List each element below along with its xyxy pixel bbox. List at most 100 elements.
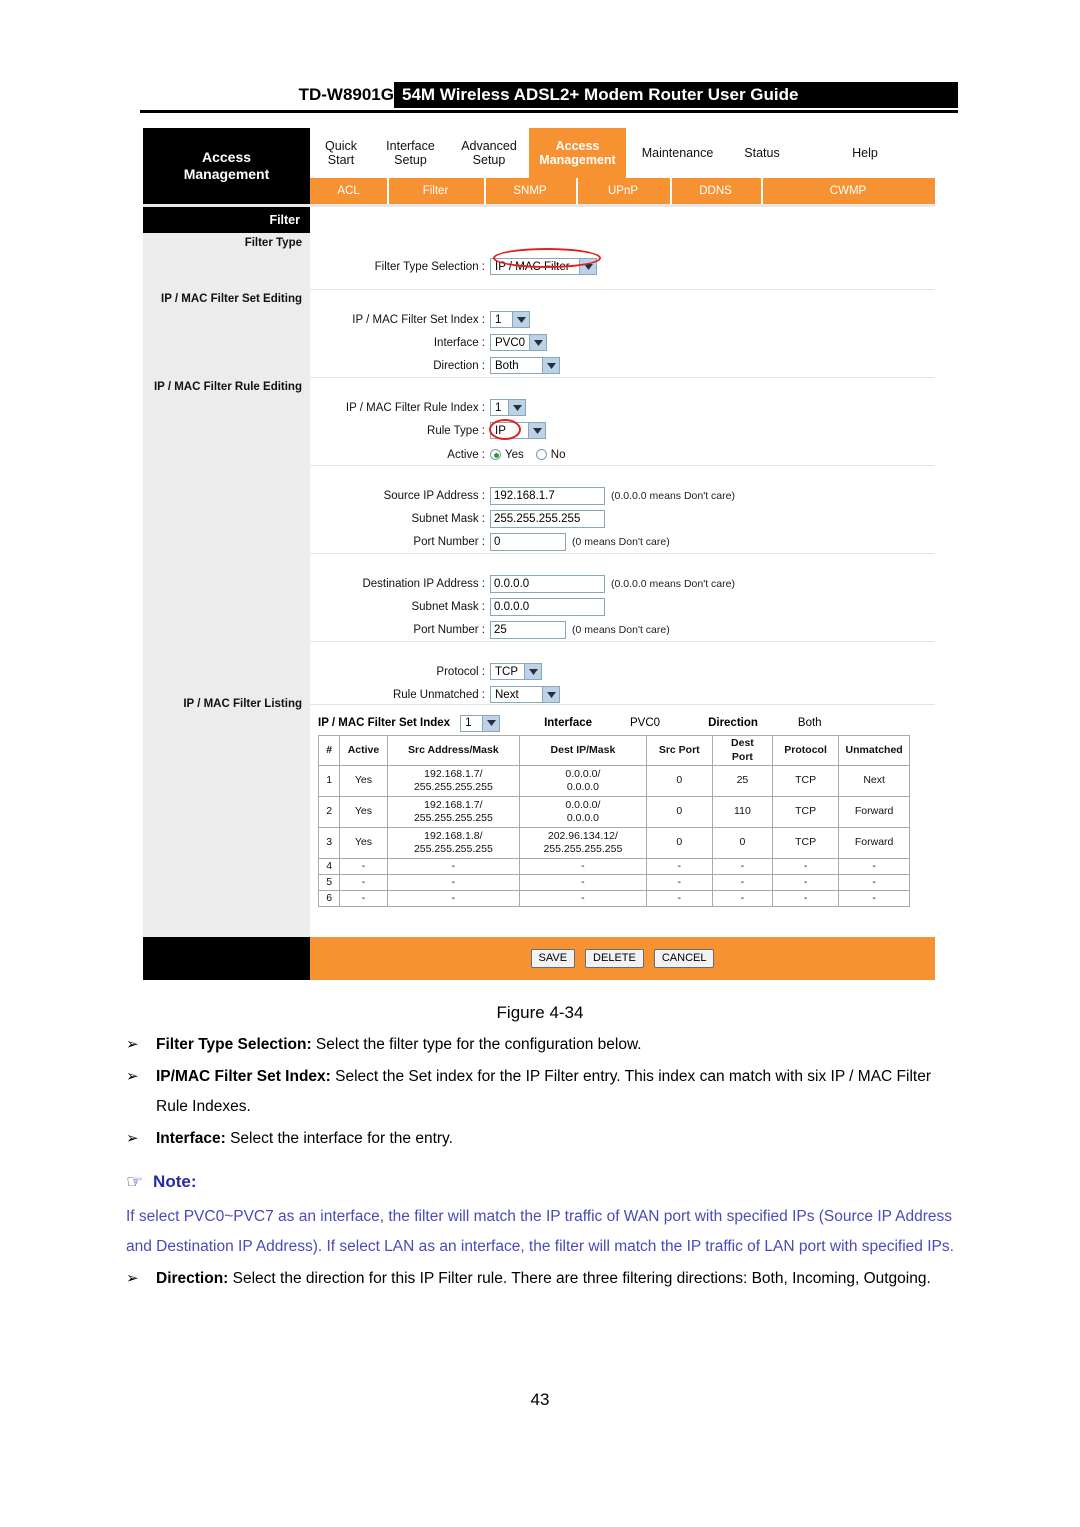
- source-ip-input[interactable]: 192.168.1.7: [490, 486, 605, 505]
- chevron-down-icon: [528, 423, 545, 438]
- cell-src: 192.168.1.7/ 255.255.255.255: [386, 796, 521, 828]
- active-label: Active :: [447, 448, 485, 461]
- cell-active: -: [339, 857, 388, 876]
- bullet-term: Filter Type Selection:: [156, 1036, 312, 1053]
- bullet-filter-set-index: ➢ IP/MAC Filter Set Index: Select the Se…: [126, 1062, 956, 1122]
- section-destination: Destination IP Address : 0.0.0.0 (0.0.0.…: [310, 553, 935, 641]
- cell-active: -: [339, 890, 388, 908]
- chevron-down-icon: [482, 715, 500, 731]
- cell-srcport: -: [645, 874, 713, 892]
- subtab-filter[interactable]: Filter: [387, 178, 484, 204]
- active-yes-radio[interactable]: Yes: [490, 449, 524, 461]
- table-row[interactable]: 3 Yes 192.168.1.8/ 255.255.255.255 202.9…: [317, 827, 910, 859]
- document-running-header: TD-W8901G 54M Wireless ADSL2+ Modem Rout…: [140, 82, 958, 113]
- cell-active: Yes: [339, 796, 388, 828]
- rule-type-value: IP: [495, 424, 506, 437]
- rule-type-label: Rule Type :: [427, 424, 485, 437]
- cell-protocol: -: [771, 890, 840, 908]
- source-port-label: Port Number :: [413, 535, 485, 548]
- chevron-down-icon: [529, 335, 546, 350]
- cancel-button[interactable]: CANCEL: [653, 948, 715, 969]
- panel-title: Filter: [143, 207, 310, 233]
- brand-panel: Access Management: [143, 128, 310, 204]
- guide-title-bar: 54M Wireless ADSL2+ Modem Router User Gu…: [394, 82, 958, 108]
- main-tab-row: Quick Start Interface Setup Advanced Set…: [310, 128, 935, 178]
- cell-num: 2: [317, 796, 341, 828]
- cell-src: 192.168.1.7/ 255.255.255.255: [386, 765, 521, 797]
- listing-header-row: IP / MAC Filter Set Index 1 Interface PV…: [310, 711, 935, 735]
- table-row[interactable]: 1 Yes 192.168.1.7/ 255.255.255.255 0.0.0…: [317, 765, 910, 797]
- table-row[interactable]: 4 - - - - - - -: [317, 857, 910, 876]
- bullet-term: IP/MAC Filter Set Index:: [156, 1068, 331, 1085]
- rule-index-select[interactable]: 1: [490, 399, 526, 416]
- footer-black-block: [143, 937, 310, 980]
- tab-advanced-setup[interactable]: Advanced Setup: [449, 128, 529, 178]
- destination-mask-input[interactable]: 0.0.0.0: [490, 597, 605, 616]
- bullet-arrow-icon: ➢: [126, 1270, 139, 1287]
- bullet-direction: ➢ Direction: Select the direction for th…: [126, 1264, 956, 1294]
- cell-protocol: TCP: [771, 765, 840, 797]
- rule-type-select[interactable]: IP: [490, 422, 546, 439]
- direction-select[interactable]: Both: [490, 357, 560, 374]
- bullet-interface: ➢ Interface: Select the interface for th…: [126, 1124, 956, 1154]
- subtab-acl[interactable]: ACL: [310, 178, 387, 204]
- bullet-arrow-icon: ➢: [126, 1130, 139, 1147]
- bullet-desc: Select the filter type for the configura…: [311, 1036, 642, 1053]
- protocol-select[interactable]: TCP: [490, 663, 542, 680]
- tab-access-management[interactable]: Access Management: [529, 128, 626, 178]
- set-index-select[interactable]: 1: [490, 311, 530, 328]
- chevron-down-icon: [512, 312, 529, 327]
- cell-dest: 0.0.0.0/ 0.0.0.0: [519, 765, 647, 797]
- interface-select[interactable]: PVC0: [490, 334, 547, 351]
- destination-port-input[interactable]: 25: [490, 620, 566, 639]
- chevron-down-icon: [542, 687, 559, 702]
- bullet-arrow-icon: ➢: [126, 1036, 139, 1053]
- bullet-term: Direction:: [156, 1270, 229, 1287]
- radio-selected-icon: [490, 449, 501, 460]
- destination-port-label: Port Number :: [413, 623, 485, 636]
- cell-active: Yes: [339, 765, 388, 797]
- section-rule-editing: IP / MAC Filter Rule Index : 1 Rule Type…: [310, 377, 935, 465]
- cell-srcport: 0: [645, 796, 713, 828]
- delete-button[interactable]: DELETE: [585, 948, 644, 969]
- direction-value: Both: [495, 359, 519, 372]
- cell-src: -: [386, 857, 521, 876]
- tab-maintenance[interactable]: Maintenance: [626, 128, 729, 178]
- subtab-ddns[interactable]: DDNS: [670, 178, 761, 204]
- listing-set-index-select[interactable]: 1: [460, 714, 501, 732]
- tab-interface-setup[interactable]: Interface Setup: [372, 128, 449, 178]
- rule-unmatched-select[interactable]: Next: [490, 686, 560, 703]
- destination-ip-hint: (0.0.0.0 means Don't care): [611, 577, 735, 590]
- tab-status[interactable]: Status: [729, 128, 795, 178]
- destination-ip-input[interactable]: 0.0.0.0: [490, 574, 605, 593]
- cell-num: 5: [317, 874, 341, 892]
- footer-button-group: SAVE DELETE CANCEL: [310, 937, 935, 980]
- router-navigation: Access Management Quick Start Interface …: [143, 128, 935, 326]
- active-no-radio[interactable]: No: [535, 449, 565, 461]
- subtab-upnp[interactable]: UPnP: [576, 178, 670, 204]
- source-mask-input[interactable]: 255.255.255.255: [490, 509, 605, 528]
- protocol-value: TCP: [495, 665, 518, 678]
- note-title: Note:: [153, 1172, 197, 1191]
- rule-unmatched-value: Next: [495, 688, 519, 701]
- subtab-cwmp[interactable]: CWMP: [761, 178, 935, 204]
- cell-active: -: [339, 874, 388, 892]
- filter-type-selection-select[interactable]: IP / MAC Filter: [490, 258, 597, 275]
- listing-interface-value: PVC0: [630, 717, 661, 729]
- subtab-snmp[interactable]: SNMP: [484, 178, 576, 204]
- save-button[interactable]: SAVE: [530, 948, 576, 969]
- rule-unmatched-label: Rule Unmatched :: [392, 688, 485, 701]
- cell-src: 192.168.1.8/ 255.255.255.255: [386, 827, 521, 859]
- table-row[interactable]: 5 - - - - - - -: [317, 874, 910, 892]
- table-row[interactable]: 6 - - - - - - -: [317, 890, 910, 908]
- source-mask-label: Subnet Mask :: [411, 512, 485, 525]
- bullet-term: Interface:: [156, 1130, 226, 1147]
- tab-quick-start[interactable]: Quick Start: [310, 128, 372, 178]
- cell-unmatched: Forward: [838, 796, 910, 828]
- cell-destport: -: [711, 874, 773, 892]
- source-port-input[interactable]: 0: [490, 532, 566, 551]
- tab-help[interactable]: Help: [795, 128, 935, 178]
- table-row[interactable]: 2 Yes 192.168.1.7/ 255.255.255.255 0.0.0…: [317, 796, 910, 828]
- cell-protocol: TCP: [771, 796, 840, 828]
- cell-destport: 0: [711, 827, 773, 859]
